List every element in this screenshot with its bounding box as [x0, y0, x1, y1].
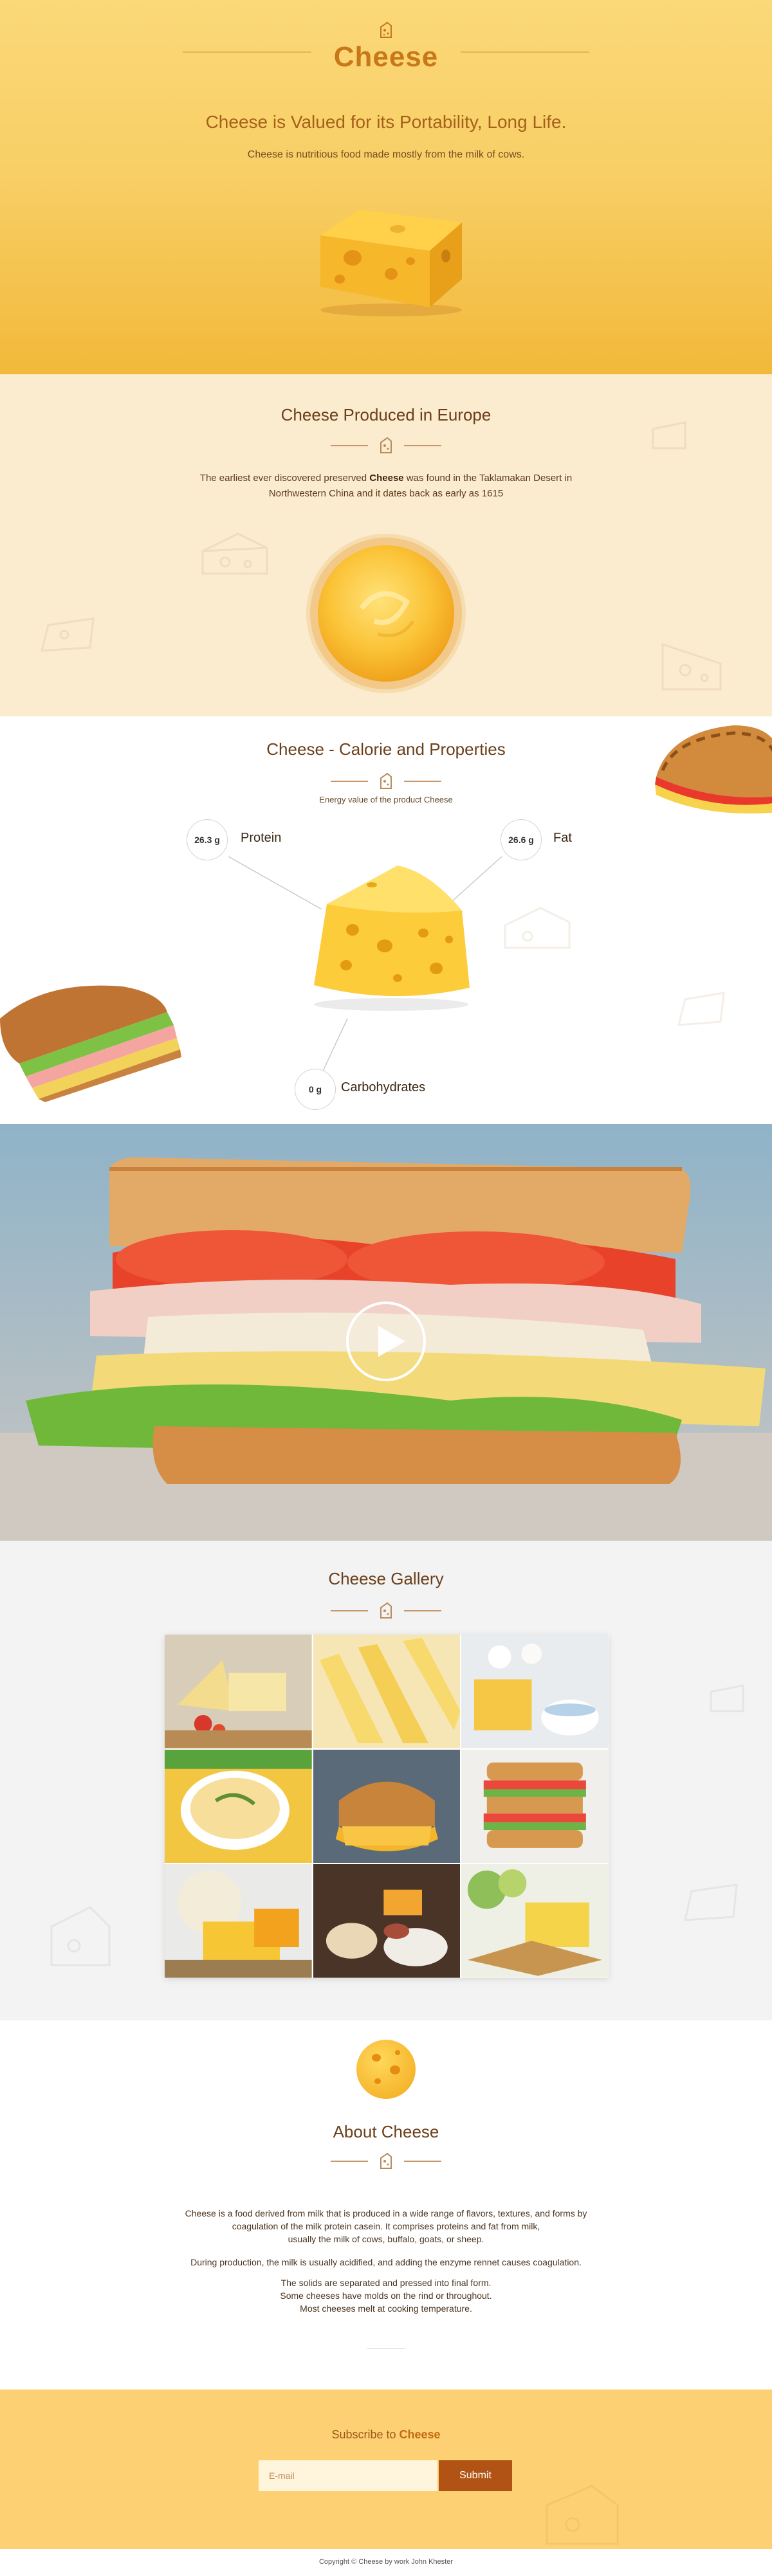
europe-paragraph: The earliest ever discovered preserved C…: [199, 473, 573, 499]
cheese-divider-icon: [380, 2152, 392, 2169]
brand-title[interactable]: Cheese: [0, 41, 772, 73]
play-button[interactable]: [346, 1302, 426, 1381]
cheese-doodle-icon: [710, 1684, 744, 1712]
europe-section: Cheese Produced in Europe The earliest e…: [0, 374, 772, 716]
sub-sandwich-image: [0, 985, 181, 1102]
europe-bold-word: Cheese: [369, 473, 404, 484]
about-paragraph-3: The solids are separated and pressed int…: [280, 2278, 492, 2314]
fat-label: Fat: [553, 831, 572, 845]
europe-title: Cheese Produced in Europe: [280, 405, 492, 424]
cheese-block-image: [320, 210, 462, 316]
cheese-doodle-icon: [661, 642, 722, 691]
about-paragraph-1: Cheese is a food derived from milk that …: [185, 2208, 587, 2244]
about-divider: [367, 2348, 405, 2349]
section-divider: [328, 2148, 444, 2173]
protein-label: Protein: [241, 831, 282, 845]
calorie-section: Cheese - Calorie and Properties Energy v…: [0, 716, 772, 1124]
about-paragraph-2: During production, the milk is usually a…: [190, 2257, 582, 2267]
gallery-photo-grilled-cheese[interactable]: [313, 1749, 461, 1864]
video-section: [0, 1124, 772, 1541]
gallery-photo-dairy-products[interactable]: [461, 1635, 609, 1748]
cheese-round-icon: [356, 2040, 416, 2099]
gallery-photo-cheese-slices[interactable]: [313, 1635, 461, 1748]
hero-section: Cheese Cheese is Valued for its Portabil…: [0, 0, 772, 374]
gallery-grid: [165, 1635, 609, 1978]
gallery-photo-cheese-platter[interactable]: [165, 1635, 312, 1748]
footer: Copyright © Cheese by work John Khester: [0, 2549, 772, 2576]
gallery-photo-cheese-board[interactable]: [461, 1864, 609, 1978]
cheese-divider-icon: [380, 437, 392, 453]
gallery-photo-cheese-assortment[interactable]: [313, 1864, 461, 1978]
section-divider: [328, 1597, 444, 1623]
fat-value: 26.6 g: [501, 819, 542, 860]
cheese-divider-icon: [380, 1602, 392, 1619]
submit-button[interactable]: Submit: [439, 2460, 512, 2491]
gallery-photo-cheese-dip[interactable]: [165, 1749, 312, 1864]
carbohydrates-value: 0 g: [295, 1069, 336, 1110]
copyright-text: Copyright © Cheese by work John Khester: [318, 2558, 454, 2566]
about-section: About Cheese Cheese is a food derived fr…: [0, 2020, 772, 2390]
cheese-doodle-icon: [50, 1906, 111, 1966]
subscribe-section: Subscribe to Cheese Submit: [0, 2390, 772, 2549]
gallery-title: Cheese Gallery: [328, 1569, 444, 1588]
cheese-doodle-icon: [201, 532, 268, 575]
protein-value: 26.3 g: [187, 819, 228, 860]
carbohydrates-label: Carbohydrates: [341, 1080, 426, 1094]
subscribe-brand: Cheese: [399, 2428, 441, 2441]
gallery-section: Cheese Gallery: [0, 1541, 772, 2020]
cheese-wedge-image: [314, 866, 470, 1011]
about-title: About Cheese: [333, 2122, 439, 2141]
subscribe-heading: Subscribe to Cheese: [331, 2428, 441, 2441]
hero-subtitle: Cheese is nutritious food made mostly fr…: [247, 149, 525, 160]
cheese-logo-icon: [380, 21, 392, 38]
hero-headline: Cheese is Valued for its Portability, Lo…: [205, 112, 567, 132]
gallery-photo-club-sandwiches[interactable]: [461, 1749, 609, 1864]
cheese-doodle-icon: [41, 617, 95, 652]
panini-sandwich-image: [655, 725, 772, 814]
cheese-sauce-bowl-image: [306, 534, 466, 693]
cheese-doodle-icon: [684, 1883, 738, 1921]
cheese-doodle-icon: [546, 2485, 619, 2545]
gallery-photo-cheese-wheels[interactable]: [165, 1864, 312, 1978]
section-divider: [328, 432, 444, 458]
email-field[interactable]: [259, 2460, 437, 2491]
